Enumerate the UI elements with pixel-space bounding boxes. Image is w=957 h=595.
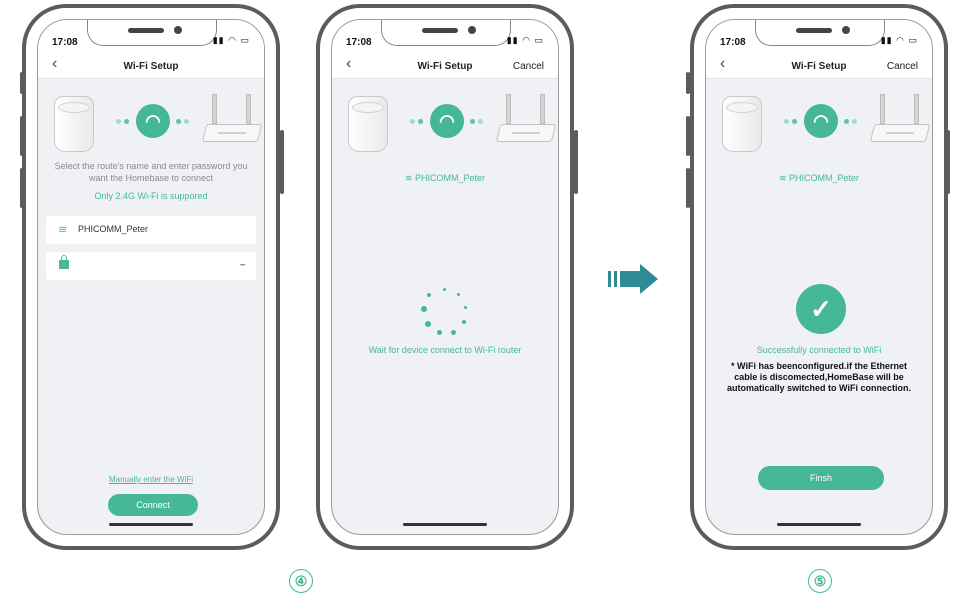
home-indicator (109, 523, 193, 526)
cancel-button[interactable]: Cancel (887, 61, 918, 72)
dot-icon (184, 119, 189, 124)
homebase-icon (54, 96, 94, 152)
step-4-marker: ④ (289, 569, 313, 593)
status-time: 17:08 (52, 37, 78, 48)
home-indicator (777, 523, 861, 526)
dot-icon (116, 119, 121, 124)
lock-icon (59, 255, 69, 269)
wifi-icon: ◠ (804, 104, 838, 138)
home-indicator (403, 523, 487, 526)
router-icon (201, 94, 263, 148)
next-arrow-icon (608, 264, 658, 294)
notch (755, 20, 885, 46)
status-icons: ▮▮ ◠ ▭ (212, 35, 250, 45)
top-bar: 17:08 ▮▮ ◠ ▭ ‹ Wi-Fi Setup Cancel (332, 20, 558, 79)
phone-2: 17:08 ▮▮ ◠ ▭ ‹ Wi-Fi Setup Cancel ◠ ≋ PH… (316, 4, 574, 550)
dot-icon (792, 119, 797, 124)
finish-button[interactable]: Finsh (758, 466, 884, 490)
dot-icon (410, 119, 415, 124)
status-time: 17:08 (346, 37, 372, 48)
phone-3-screen: 17:08 ▮▮ ◠ ▭ ‹ Wi-Fi Setup Cancel ◠ ≋ PH… (705, 19, 933, 535)
top-bar: 17:08 ▮▮ ◠ ▭ ‹ Wi-Fi Setup (38, 20, 264, 79)
homebase-icon (722, 96, 762, 152)
page-title: Wi-Fi Setup (123, 61, 179, 72)
configuration-note: * WiFi has beenconfigured.if the Etherne… (727, 361, 911, 393)
notch (381, 20, 511, 46)
ssid-label: ≋ PHICOMM_Peter (404, 173, 486, 183)
phone-1-screen: 17:08 ▮▮ ◠ ▭ ‹ Wi-Fi Setup ◠ Select the … (37, 19, 265, 535)
password-field[interactable]: ⌣ (46, 252, 256, 280)
notch (87, 20, 217, 46)
wifi-icon: ≋ (58, 224, 68, 236)
connection-illustration: ◠ (38, 92, 264, 152)
dot-icon (478, 119, 483, 124)
step-5-marker: ⑤ (808, 569, 832, 593)
loading-spinner-icon (421, 288, 471, 338)
top-bar: 17:08 ▮▮ ◠ ▭ ‹ Wi-Fi Setup Cancel (706, 20, 932, 79)
status-time: 17:08 (720, 37, 746, 48)
phone-1: 17:08 ▮▮ ◠ ▭ ‹ Wi-Fi Setup ◠ Select the … (22, 4, 280, 550)
phone-3: 17:08 ▮▮ ◠ ▭ ‹ Wi-Fi Setup Cancel ◠ ≋ PH… (690, 4, 948, 550)
ssid-field[interactable]: ≋ PHICOMM_Peter (46, 216, 256, 244)
band-note: Only 2.4G Wi-Fi is suppored (94, 191, 208, 201)
cancel-button[interactable]: Cancel (513, 61, 544, 72)
dot-icon (124, 119, 129, 124)
ssid-value: PHICOMM_Peter (78, 224, 149, 234)
dot-icon (784, 119, 789, 124)
dot-icon (176, 119, 181, 124)
connect-button[interactable]: Connect (108, 494, 198, 516)
dot-icon (418, 119, 423, 124)
dot-icon (844, 119, 849, 124)
eye-closed-icon[interactable]: ⌣ (239, 259, 246, 270)
status-icons: ▮▮ ◠ ▭ (880, 35, 918, 45)
waiting-text: Wait for device connect to Wi-Fi router (368, 345, 522, 355)
wifi-icon: ≋ (404, 173, 416, 183)
ssid-label: ≋ PHICOMM_Peter (778, 173, 860, 183)
connection-illustration: ◠ (332, 92, 558, 152)
phone-2-screen: 17:08 ▮▮ ◠ ▭ ‹ Wi-Fi Setup Cancel ◠ ≋ PH… (331, 19, 559, 535)
router-icon (495, 94, 557, 148)
wifi-icon: ◠ (136, 104, 170, 138)
homebase-icon (348, 96, 388, 152)
wifi-icon: ≋ (778, 173, 790, 183)
router-icon (869, 94, 931, 148)
wifi-icon: ◠ (430, 104, 464, 138)
connection-illustration: ◠ (706, 92, 932, 152)
status-icons: ▮▮ ◠ ▭ (506, 35, 544, 45)
success-text: Successfully connected to WiFi (756, 345, 882, 355)
description: Select the route's name and enter passwo… (54, 161, 248, 183)
manual-wifi-link[interactable]: Manually enter the WiFi (38, 475, 264, 484)
dot-icon (470, 119, 475, 124)
checkmark-icon: ✓ (796, 284, 846, 334)
dot-icon (852, 119, 857, 124)
